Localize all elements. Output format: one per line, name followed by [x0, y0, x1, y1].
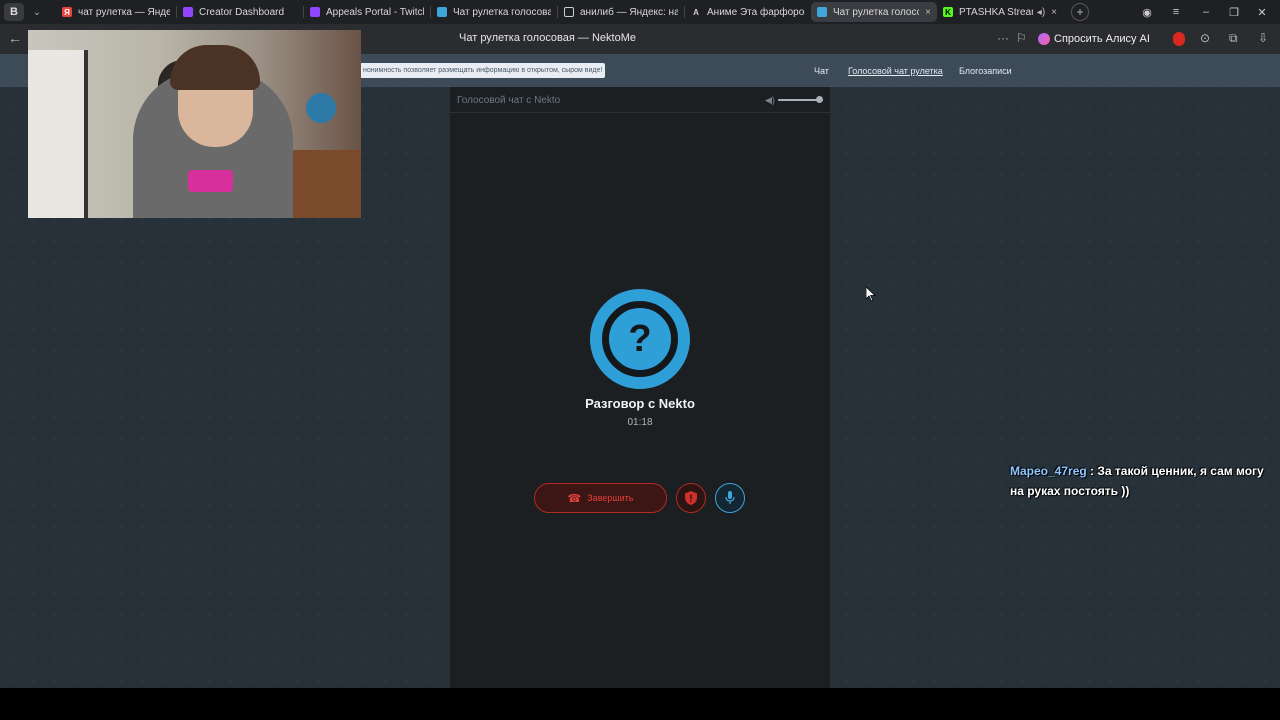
restore-icon[interactable]: ❐: [1226, 0, 1242, 24]
tab-label: анилиб — Яндекс: нашл: [580, 6, 678, 18]
media-icon[interactable]: ⊙: [1200, 31, 1210, 45]
new-tab-button[interactable]: +: [1071, 3, 1089, 21]
report-button[interactable]: [676, 483, 706, 513]
more-options-icon[interactable]: ···: [997, 31, 1009, 45]
voice-chat-panel: Голосовой чат с Nekto ◀) ? Разговор с Ne…: [450, 87, 830, 688]
document-icon: [564, 7, 574, 17]
chat-username: Mapeo_47reg: [1010, 464, 1087, 478]
partner-name: Разговор с Nekto: [585, 396, 695, 411]
microphone-icon: [725, 491, 735, 504]
hang-up-icon: ☎: [567, 492, 582, 505]
tab-label: чат рулетка — Яндекс: н: [78, 6, 170, 18]
nav-voice-chat-link[interactable]: Голосовой чат рулетка: [848, 66, 943, 76]
close-window-icon[interactable]: ✕: [1254, 0, 1270, 24]
bookmark-icon[interactable]: ⚐: [1016, 31, 1027, 45]
notice-banner: нонимность позволяет размещать информаци…: [360, 63, 606, 78]
twitch-icon: [183, 7, 193, 17]
tab-nekto-active[interactable]: Чат рулетка голосова ×: [811, 2, 937, 22]
tab-audio-icon[interactable]: ◂): [1037, 7, 1045, 18]
tab-label: Creator Dashboard: [199, 6, 285, 18]
panel-header: Голосовой чат с Nekto ◀): [450, 87, 830, 113]
close-tab-icon[interactable]: ×: [925, 7, 931, 18]
tab-anilib-search[interactable]: анилиб — Яндекс: нашл: [558, 2, 684, 22]
nekto-icon: [817, 7, 827, 17]
anime-icon: A: [693, 7, 699, 17]
extension-red-icon[interactable]: [1173, 32, 1185, 46]
panel-title: Голосовой чат с Nekto: [457, 95, 561, 106]
question-mark-icon: ?: [602, 301, 678, 377]
browser-menu-button[interactable]: B: [4, 3, 24, 21]
chat-separator: :: [1086, 464, 1098, 478]
mouse-cursor-icon: [866, 287, 876, 302]
extensions-icon[interactable]: ◉: [1138, 0, 1156, 24]
tab-label: Аниме Эта фарфоровая: [707, 6, 805, 18]
webcam-microphone: [188, 170, 233, 192]
yandex-icon: Я: [62, 7, 72, 17]
end-call-label: Завершить: [587, 493, 634, 503]
nav-chat-link[interactable]: Чат: [814, 66, 829, 76]
webcam-overlay: [28, 30, 361, 218]
minimize-icon[interactable]: –: [1198, 0, 1214, 24]
nav-blog-link[interactable]: Блогозаписи: [959, 66, 1012, 76]
stream-chat-message: Mapeo_47reg : За такой ценник, я сам мог…: [1010, 461, 1280, 501]
volume-icon[interactable]: ◀): [765, 95, 775, 106]
tab-creator-dashboard[interactable]: Creator Dashboard: [177, 2, 303, 22]
tabs-dropdown-icon[interactable]: ⌄: [28, 3, 46, 21]
tab-anime[interactable]: A Аниме Эта фарфоровая: [685, 2, 811, 22]
partner-avatar: ?: [590, 289, 690, 389]
webcam-globe: [306, 93, 336, 123]
close-tab-icon[interactable]: ×: [1051, 7, 1057, 18]
tab-label: PTASHKA Stream: [959, 6, 1033, 18]
call-timer: 01:18: [627, 417, 653, 428]
end-call-button[interactable]: ☎ Завершить: [534, 483, 667, 513]
collections-icon[interactable]: ⧉: [1229, 31, 1238, 46]
browser-tab-strip: B ⌄ Я чат рулетка — Яндекс: н Creator Da…: [0, 0, 1280, 24]
webcam-shelf: [28, 50, 88, 218]
tab-label: Appeals Portal - Twitch: [326, 6, 424, 18]
download-icon[interactable]: ⇩: [1258, 31, 1268, 45]
tab-label: Чат рулетка голосова: [833, 6, 919, 18]
volume-fill: [778, 99, 819, 101]
ask-alice-button[interactable]: Спросить Алису AI: [1038, 29, 1150, 49]
alice-label: Спросить Алису AI: [1054, 33, 1150, 45]
menu-icon[interactable]: ≡: [1168, 0, 1184, 24]
tab-label: Чат рулетка голосовая -: [453, 6, 551, 18]
twitch-icon: [310, 7, 320, 17]
bottom-letterbox: [0, 688, 1280, 720]
volume-knob[interactable]: [815, 96, 823, 103]
tab-appeals-portal[interactable]: Appeals Portal - Twitch: [304, 2, 430, 22]
tab-ptashka-stream[interactable]: K PTASHKA Stream ◂) ×: [937, 2, 1063, 22]
tab-nekto-voice-chat[interactable]: Чат рулетка голосовая -: [431, 2, 557, 22]
alice-icon: [1038, 33, 1050, 45]
microphone-button[interactable]: [715, 483, 745, 513]
shield-icon: [685, 491, 697, 505]
nekto-icon: [437, 7, 447, 17]
kick-icon: K: [943, 7, 953, 17]
tab-yandex-search[interactable]: Я чат рулетка — Яндекс: н: [56, 2, 176, 22]
